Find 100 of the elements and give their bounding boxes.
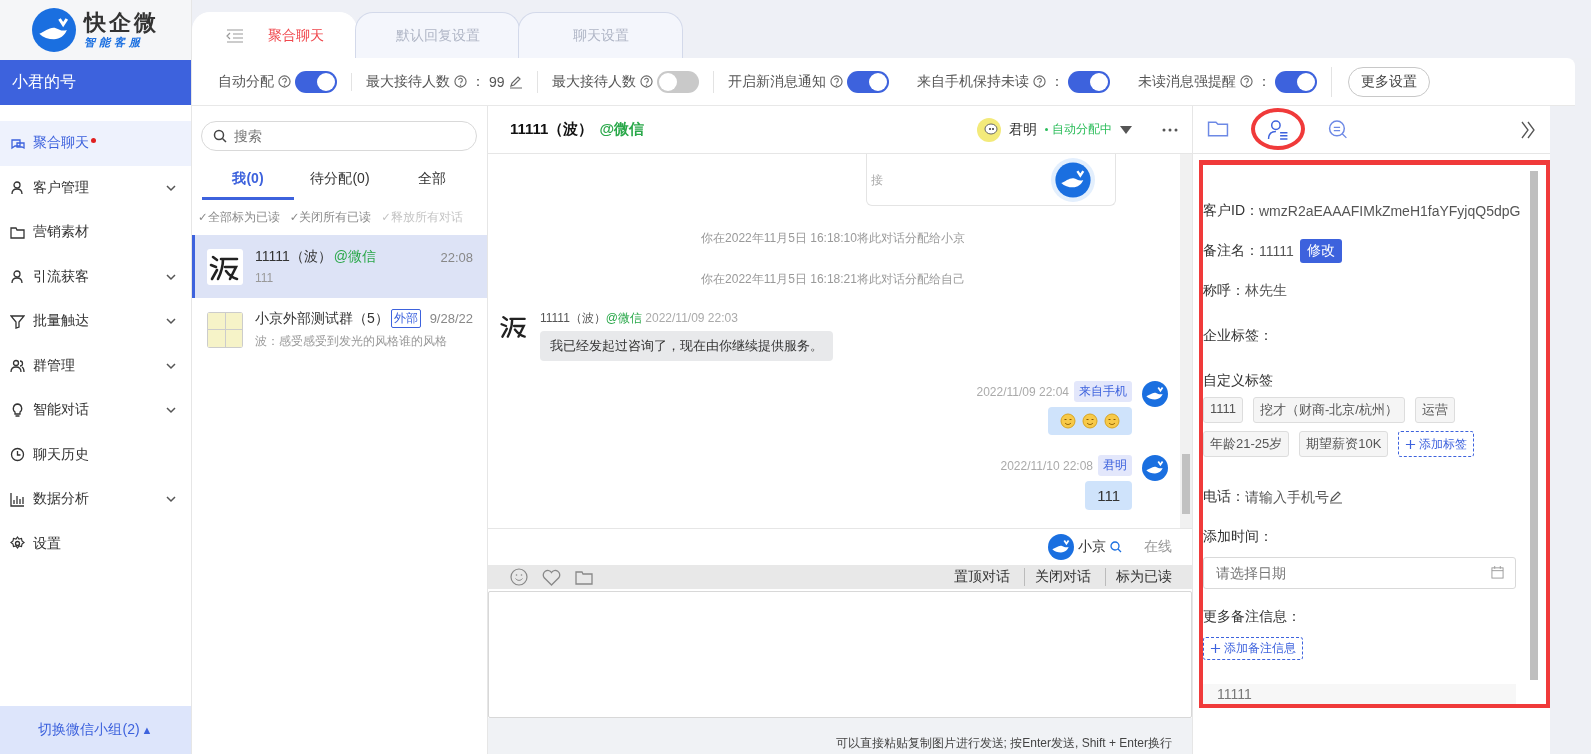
message-time: 9/28/22 (429, 311, 473, 326)
card-text: 接 (871, 172, 883, 189)
whale-avatar (1142, 455, 1168, 481)
chat-action-link[interactable]: 标为已读 (1105, 568, 1172, 586)
search-field[interactable]: 搜索 (201, 121, 477, 151)
help-icon (1239, 75, 1253, 88)
sidebar-item[interactable]: 客户管理 (0, 165, 191, 210)
contact-name: 11111（波） (255, 248, 332, 266)
colon-text: ： (1256, 72, 1271, 91)
sidebar-item[interactable]: 营销素材 (0, 210, 191, 255)
chat-title: 11111（波） (510, 120, 594, 139)
cartoon-avatar-icon (977, 117, 1001, 142)
field-value: 林先生 (1245, 282, 1287, 300)
heart-icon[interactable] (542, 568, 561, 586)
tag: 期望薪资10K (1299, 431, 1389, 457)
pencil-icon[interactable] (508, 74, 523, 89)
group-avatar (207, 311, 243, 348)
conversation-item[interactable]: 小京外部测试群（5） 外部 9/28/22 波：感受感受到发光的风格谁的风格 (192, 298, 487, 361)
toggle-switch[interactable] (295, 70, 337, 93)
sidebar-item-label: 设置 (33, 534, 61, 553)
caret-down-icon[interactable] (1120, 125, 1132, 134)
more-icon[interactable] (1162, 127, 1178, 132)
sidebar-item[interactable]: 设置 (0, 521, 191, 566)
toggle-switch[interactable] (846, 70, 889, 93)
message-bubble: 111 (1085, 481, 1132, 510)
sidebar-item[interactable]: 引流获客 (0, 254, 191, 299)
sidebar-item[interactable]: 群管理 (0, 343, 191, 388)
sidebar-item[interactable]: 智能对话 (0, 388, 191, 433)
help-icon (1032, 75, 1046, 88)
date-picker[interactable]: 请选择日期 (1203, 557, 1516, 589)
setting-value: 99 (489, 73, 505, 90)
message-time: 22:08 (440, 249, 473, 265)
tag: 挖才（财商-北京/杭州） (1253, 397, 1405, 423)
field-label: 更多备注信息： (1203, 608, 1301, 626)
bulk-action-link[interactable]: ✓关闭所有已读 (289, 210, 372, 225)
channel-label: @微信 (333, 248, 376, 266)
phone-input[interactable]: 请输入手机号 (1245, 489, 1329, 505)
filter-tab[interactable]: 我(0) (202, 161, 294, 200)
sidebar-item[interactable]: 聚合聊天 (0, 121, 191, 166)
pencil-icon[interactable] (1329, 490, 1343, 504)
help-icon (639, 75, 653, 88)
help-icon (278, 75, 291, 88)
setting-label: 最大接待人数 (366, 72, 450, 91)
setting-label: 自动分配 (218, 72, 274, 91)
clock-icon (10, 447, 25, 463)
field-value: wmzR2aEAAAFIMkZmeH1faYFyjqQ5dpG (1259, 203, 1521, 219)
sidebar-item[interactable]: 数据分析 (0, 477, 191, 522)
sidebar-item-label: 智能对话 (33, 401, 89, 420)
sidebar-item-label: 聊天历史 (33, 445, 89, 464)
channel-label: @微信 (599, 120, 645, 139)
sidebar-item-label: 客户管理 (33, 178, 89, 197)
double-chevron-right-icon[interactable] (1520, 120, 1536, 139)
user-icon (10, 269, 25, 285)
sidebar-item-label: 聚合聊天 (33, 134, 89, 153)
field-label: 自定义标签 (1203, 372, 1273, 390)
plus-icon (1405, 438, 1417, 450)
setting-label: 最大接待人数 (551, 72, 636, 91)
sidebar-item[interactable]: 批量触达 (0, 299, 191, 344)
smiley-icon (1104, 413, 1120, 429)
settings-icon (10, 536, 25, 552)
tab[interactable]: 聚合聊天 (192, 12, 357, 58)
field-label: 添加时间： (1203, 528, 1273, 546)
field-label: 称呼： (1203, 282, 1245, 300)
field-value: 11111 (1259, 243, 1294, 259)
bulk-action-link[interactable]: ✓全部标为已读 (198, 210, 280, 225)
search-icon (213, 129, 227, 143)
message-bubble: 我已经发起过咨询了，现在由你继续提供服务。 (540, 331, 833, 361)
setting-label: 来自手机保持未读 (916, 72, 1029, 91)
setting-label: 开启新消息通知 (727, 72, 826, 91)
group-switch-button[interactable]: 切换微信小组(2)▲ (0, 706, 191, 754)
toggle-switch[interactable] (656, 70, 699, 93)
colon-text: ： (1049, 72, 1064, 91)
more-settings-button[interactable]: 更多设置 (1347, 66, 1430, 97)
toggle-switch[interactable] (1274, 70, 1317, 93)
sidebar-item-label: 引流获客 (33, 267, 89, 286)
tag: 年龄21-25岁 (1203, 431, 1290, 457)
add-tag-button[interactable]: 添加标签 (1398, 431, 1475, 457)
chat-action-link[interactable]: 关闭对话 (1024, 568, 1091, 586)
highlight-circle (1251, 108, 1305, 150)
whale-logo-icon (1051, 158, 1095, 202)
user-list-icon[interactable] (1267, 119, 1289, 140)
agent-name: 君明 (1009, 120, 1037, 139)
folder-icon (10, 224, 25, 240)
system-message: 你在2022年11月5日 16:18:21将此对话分配给自己 (700, 271, 966, 288)
tag: 运营 (1415, 397, 1455, 423)
word-search-icon[interactable] (1327, 119, 1349, 140)
sidebar-item[interactable]: 聊天历史 (0, 432, 191, 477)
filter-tab[interactable]: 全部 (386, 161, 478, 200)
add-note-button[interactable]: 添加备注信息 (1203, 637, 1303, 660)
chat-action-link[interactable]: 置顶对话 (954, 568, 1010, 586)
edit-button[interactable]: 修改 (1299, 239, 1342, 263)
filter-tab[interactable]: 待分配(0) (294, 161, 386, 200)
toggle-switch[interactable] (1067, 70, 1110, 93)
message-preview: 111 (255, 271, 275, 285)
conversation-item[interactable]: 11111（波）@微信 22:08 111 (192, 235, 487, 298)
folder-icon[interactable] (1207, 119, 1229, 140)
colon-text: ： (471, 72, 485, 91)
message-input[interactable] (488, 591, 1192, 718)
smiley-icon[interactable] (510, 568, 528, 586)
sidebar-item-label: 数据分析 (33, 490, 89, 509)
